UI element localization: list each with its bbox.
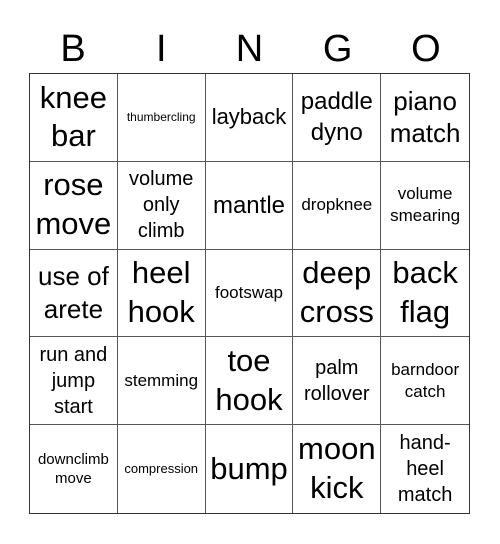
bingo-cell[interactable]: run and jump start [30, 337, 118, 426]
bingo-cell[interactable]: dropknee [293, 161, 382, 250]
bingo-header: B I N G O [29, 28, 470, 70]
bingo-cell[interactable]: back flag [381, 250, 469, 338]
header-letter-o: O [411, 28, 441, 70]
header-letter-n: N [235, 28, 264, 70]
bingo-cell[interactable]: piano match [381, 74, 469, 162]
header-letter-i: I [156, 28, 167, 70]
bingo-cell[interactable]: volume smearing [381, 162, 469, 250]
bingo-cell[interactable]: stemming [117, 337, 206, 426]
bingo-cell[interactable]: paddle dyno [293, 74, 382, 162]
bingo-cell[interactable]: knee bar [30, 74, 118, 162]
bingo-cell[interactable]: palm rollover [293, 337, 382, 426]
bingo-cell[interactable]: rose move [30, 161, 118, 250]
bingo-cell[interactable]: barndoor catch [381, 337, 469, 426]
bingo-cell[interactable]: deep cross [293, 249, 382, 338]
bingo-cell[interactable]: hand-heel match [381, 425, 469, 513]
header-letter-g: G [322, 28, 353, 70]
bingo-cell[interactable]: bump [206, 425, 294, 513]
bingo-cell[interactable]: layback [205, 74, 294, 162]
bingo-cell[interactable]: volume only climb [117, 161, 206, 250]
bingo-cell[interactable]: toe hook [205, 337, 294, 426]
bingo-cell[interactable]: moon kick [293, 425, 382, 513]
bingo-board: knee bar thumbercling layback paddle dyn… [29, 73, 470, 514]
bingo-cell[interactable]: heel hook [117, 249, 206, 338]
bingo-cell[interactable]: mantle [205, 161, 294, 250]
bingo-cell[interactable]: thumbercling [117, 74, 206, 162]
bingo-cell[interactable]: downclimb move [30, 425, 118, 513]
bingo-cell[interactable]: footswap [205, 249, 294, 338]
header-letter-b: B [60, 28, 86, 70]
bingo-cell[interactable]: compression [118, 425, 206, 513]
bingo-cell[interactable]: use of arete [30, 249, 118, 338]
